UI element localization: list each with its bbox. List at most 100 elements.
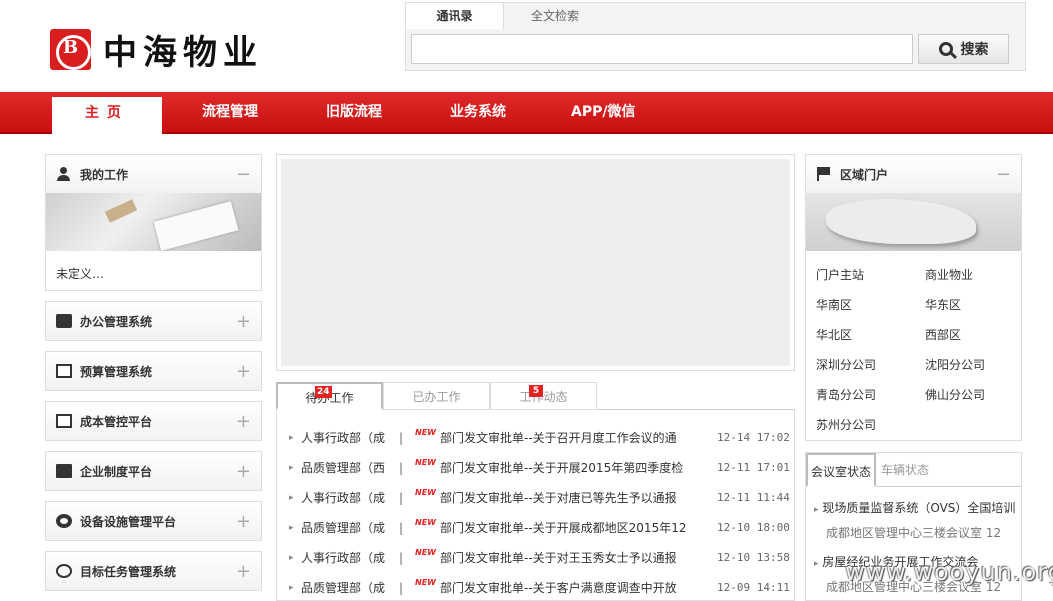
new-badge: NEW [415, 548, 436, 557]
region-portal-header[interactable]: 区域门户 − [806, 155, 1021, 193]
tab-work-updates[interactable]: 工作动态 5 [490, 382, 597, 410]
meeting-title: 现场质量监督系统（OVS）全国培训 [822, 501, 1016, 515]
my-work-header[interactable]: 我的工作 − [46, 155, 261, 193]
region-link[interactable]: 门户主站 [816, 266, 864, 283]
item-time: 12-11 11:44 [717, 491, 790, 504]
list-item[interactable]: ▸ 品质管理部（成 | NEW 部门发文审批单--关于开展成都地区2015年12… [287, 513, 790, 543]
panel-title: 预算管理系统 [80, 364, 153, 379]
tab-meeting-room-status[interactable]: 会议室状态 [806, 453, 877, 487]
calculator-icon [56, 364, 72, 378]
tab-label: 工作动态 [519, 390, 568, 404]
search-button[interactable]: 搜索 [918, 34, 1009, 64]
search-icon [938, 42, 953, 56]
undefined-text: 未定义… [56, 267, 105, 281]
panel-facility-management[interactable]: 设备设施管理平台 + [45, 501, 262, 541]
region-link[interactable]: 佛山分公司 [925, 386, 985, 403]
list-item[interactable]: ▸ 品质管理部（成 | NEW 部门发文审批单--关于客户满意度调查中开放 12… [287, 573, 790, 600]
list-item[interactable]: ▸ 人事行政部（成 | NEW 部门发文审批单--关于对唐已等先生予以通报 12… [287, 483, 790, 513]
nav-item-home[interactable]: 主页 [52, 97, 162, 134]
item-time: 12-09 14:11 [717, 581, 790, 594]
region-link[interactable]: 华北区 [816, 326, 852, 343]
region-link[interactable]: 苏州分公司 [816, 416, 876, 433]
item-time: 12-10 13:58 [717, 551, 790, 564]
region-portal-title: 区域门户 [840, 167, 889, 182]
region-link[interactable]: 商业物业 [925, 266, 973, 283]
region-link[interactable]: 深圳分公司 [816, 356, 876, 373]
new-badge: NEW [415, 488, 436, 497]
panel-corporate-policy[interactable]: 企业制度平台 + [45, 451, 262, 491]
expand-icon[interactable]: + [236, 411, 251, 432]
collapse-icon[interactable]: − [236, 164, 251, 185]
item-title[interactable]: 部门发文审批单--关于开展成都地区2015年12 [440, 513, 690, 543]
briefcase-icon [56, 314, 72, 328]
arrow-icon: ▸ [289, 583, 294, 593]
panel-title: 设备设施管理平台 [80, 514, 177, 529]
region-link[interactable]: 沈阳分公司 [925, 356, 985, 373]
nav-item-app-wechat[interactable]: APP/微信 [571, 92, 635, 132]
list-item[interactable]: ▸ 人事行政部（成 | NEW 部门发文审批单--关于对王玉秀女士予以通报 12… [287, 543, 790, 573]
item-title[interactable]: 部门发文审批单--关于对唐已等先生予以通报 [440, 483, 690, 513]
region-link[interactable]: 华南区 [816, 296, 852, 313]
panel-title: 企业制度平台 [80, 464, 153, 479]
nav-item-business-systems[interactable]: 业务系统 [450, 92, 506, 132]
panel-cost-control[interactable]: 成本管控平台 + [45, 401, 262, 441]
book-icon [56, 464, 72, 478]
item-title[interactable]: 部门发文审批单--关于开展2015年第四季度检 [440, 453, 690, 483]
search-input[interactable] [411, 34, 913, 64]
list-item[interactable]: ▸ 人事行政部（成 | NEW 部门发文审批单--关于召开月度工作会议的通 12… [287, 423, 790, 453]
banner-slideshow[interactable] [276, 154, 795, 371]
item-dept: 品质管理部（成 [301, 581, 386, 595]
arrow-icon: ▸ [289, 523, 294, 533]
collapse-icon[interactable]: − [996, 164, 1011, 185]
region-link[interactable]: 华东区 [925, 296, 961, 313]
expand-icon[interactable]: + [236, 461, 251, 482]
work-list: ▸ 人事行政部（成 | NEW 部门发文审批单--关于召开月度工作会议的通 12… [276, 410, 795, 601]
item-time: 12-14 17:02 [717, 431, 790, 444]
tab-completed-work[interactable]: 已办工作 [383, 382, 490, 410]
panel-target-tasks[interactable]: 目标任务管理系统 + [45, 551, 262, 591]
tab-pending-work[interactable]: 待办工作 24 [276, 382, 383, 410]
nav-item-workflow[interactable]: 流程管理 [202, 92, 258, 132]
calculator-icon [56, 414, 72, 428]
tab-label: 已办工作 [412, 390, 461, 404]
flag-icon [816, 167, 832, 181]
region-link[interactable]: 西部区 [925, 326, 961, 343]
expand-icon[interactable]: + [236, 561, 251, 582]
expand-icon[interactable]: + [236, 361, 251, 382]
item-title[interactable]: 部门发文审批单--关于对王玉秀女士予以通报 [440, 543, 690, 573]
item-title[interactable]: 部门发文审批单--关于客户满意度调查中开放 [440, 573, 690, 600]
office-desk-image [46, 193, 261, 251]
item-title[interactable]: 部门发文审批单--关于召开月度工作会议的通 [440, 423, 690, 453]
separator: | [399, 491, 404, 505]
updates-count-badge: 5 [529, 385, 543, 397]
separator: | [399, 581, 404, 595]
watermark: www.wooyun.org [845, 558, 1053, 586]
new-badge: NEW [415, 518, 436, 527]
list-item[interactable]: ▸ 品质管理部（西 | NEW 部门发文审批单--关于开展2015年第四季度检 … [287, 453, 790, 483]
arrow-icon: ▸ [289, 493, 294, 503]
item-dept: 人事行政部（成 [301, 431, 386, 445]
panel-budget-system[interactable]: 预算管理系统 + [45, 351, 262, 391]
new-badge: NEW [415, 458, 436, 467]
panel-office-system[interactable]: 办公管理系统 + [45, 301, 262, 341]
item-dept: 人事行政部（成 [301, 551, 386, 565]
item-dept: 人事行政部（成 [301, 491, 386, 505]
nav-item-legacy-workflow[interactable]: 旧版流程 [326, 92, 382, 132]
my-work-panel: 我的工作 − 未定义… [45, 154, 262, 291]
expand-icon[interactable]: + [236, 511, 251, 532]
tab-fulltext-search[interactable]: 全文检索 [506, 3, 604, 29]
expand-icon[interactable]: + [236, 311, 251, 332]
meeting-item[interactable]: ▸ 现场质量监督系统（OVS）全国培训 成都地区管理中心三楼会议室 12 [814, 499, 1021, 541]
panel-title: 目标任务管理系统 [80, 564, 177, 579]
item-time: 12-10 18:00 [717, 521, 790, 534]
banner-placeholder [281, 159, 790, 366]
arrow-icon: ▸ [814, 559, 819, 569]
separator: | [399, 551, 404, 565]
tab-vehicle-status[interactable]: 车辆状态 [878, 453, 932, 487]
panel-title: 办公管理系统 [80, 314, 153, 329]
region-portal-panel: 区域门户 − 门户主站 商业物业 华南区 华东区 华北区 西部区 深圳分公司 沈… [805, 154, 1022, 441]
company-logo[interactable]: 中海物业 [50, 28, 310, 73]
tab-contacts[interactable]: 通讯录 [406, 3, 504, 29]
region-link[interactable]: 青岛分公司 [816, 386, 876, 403]
item-time: 12-11 17:01 [717, 461, 790, 474]
